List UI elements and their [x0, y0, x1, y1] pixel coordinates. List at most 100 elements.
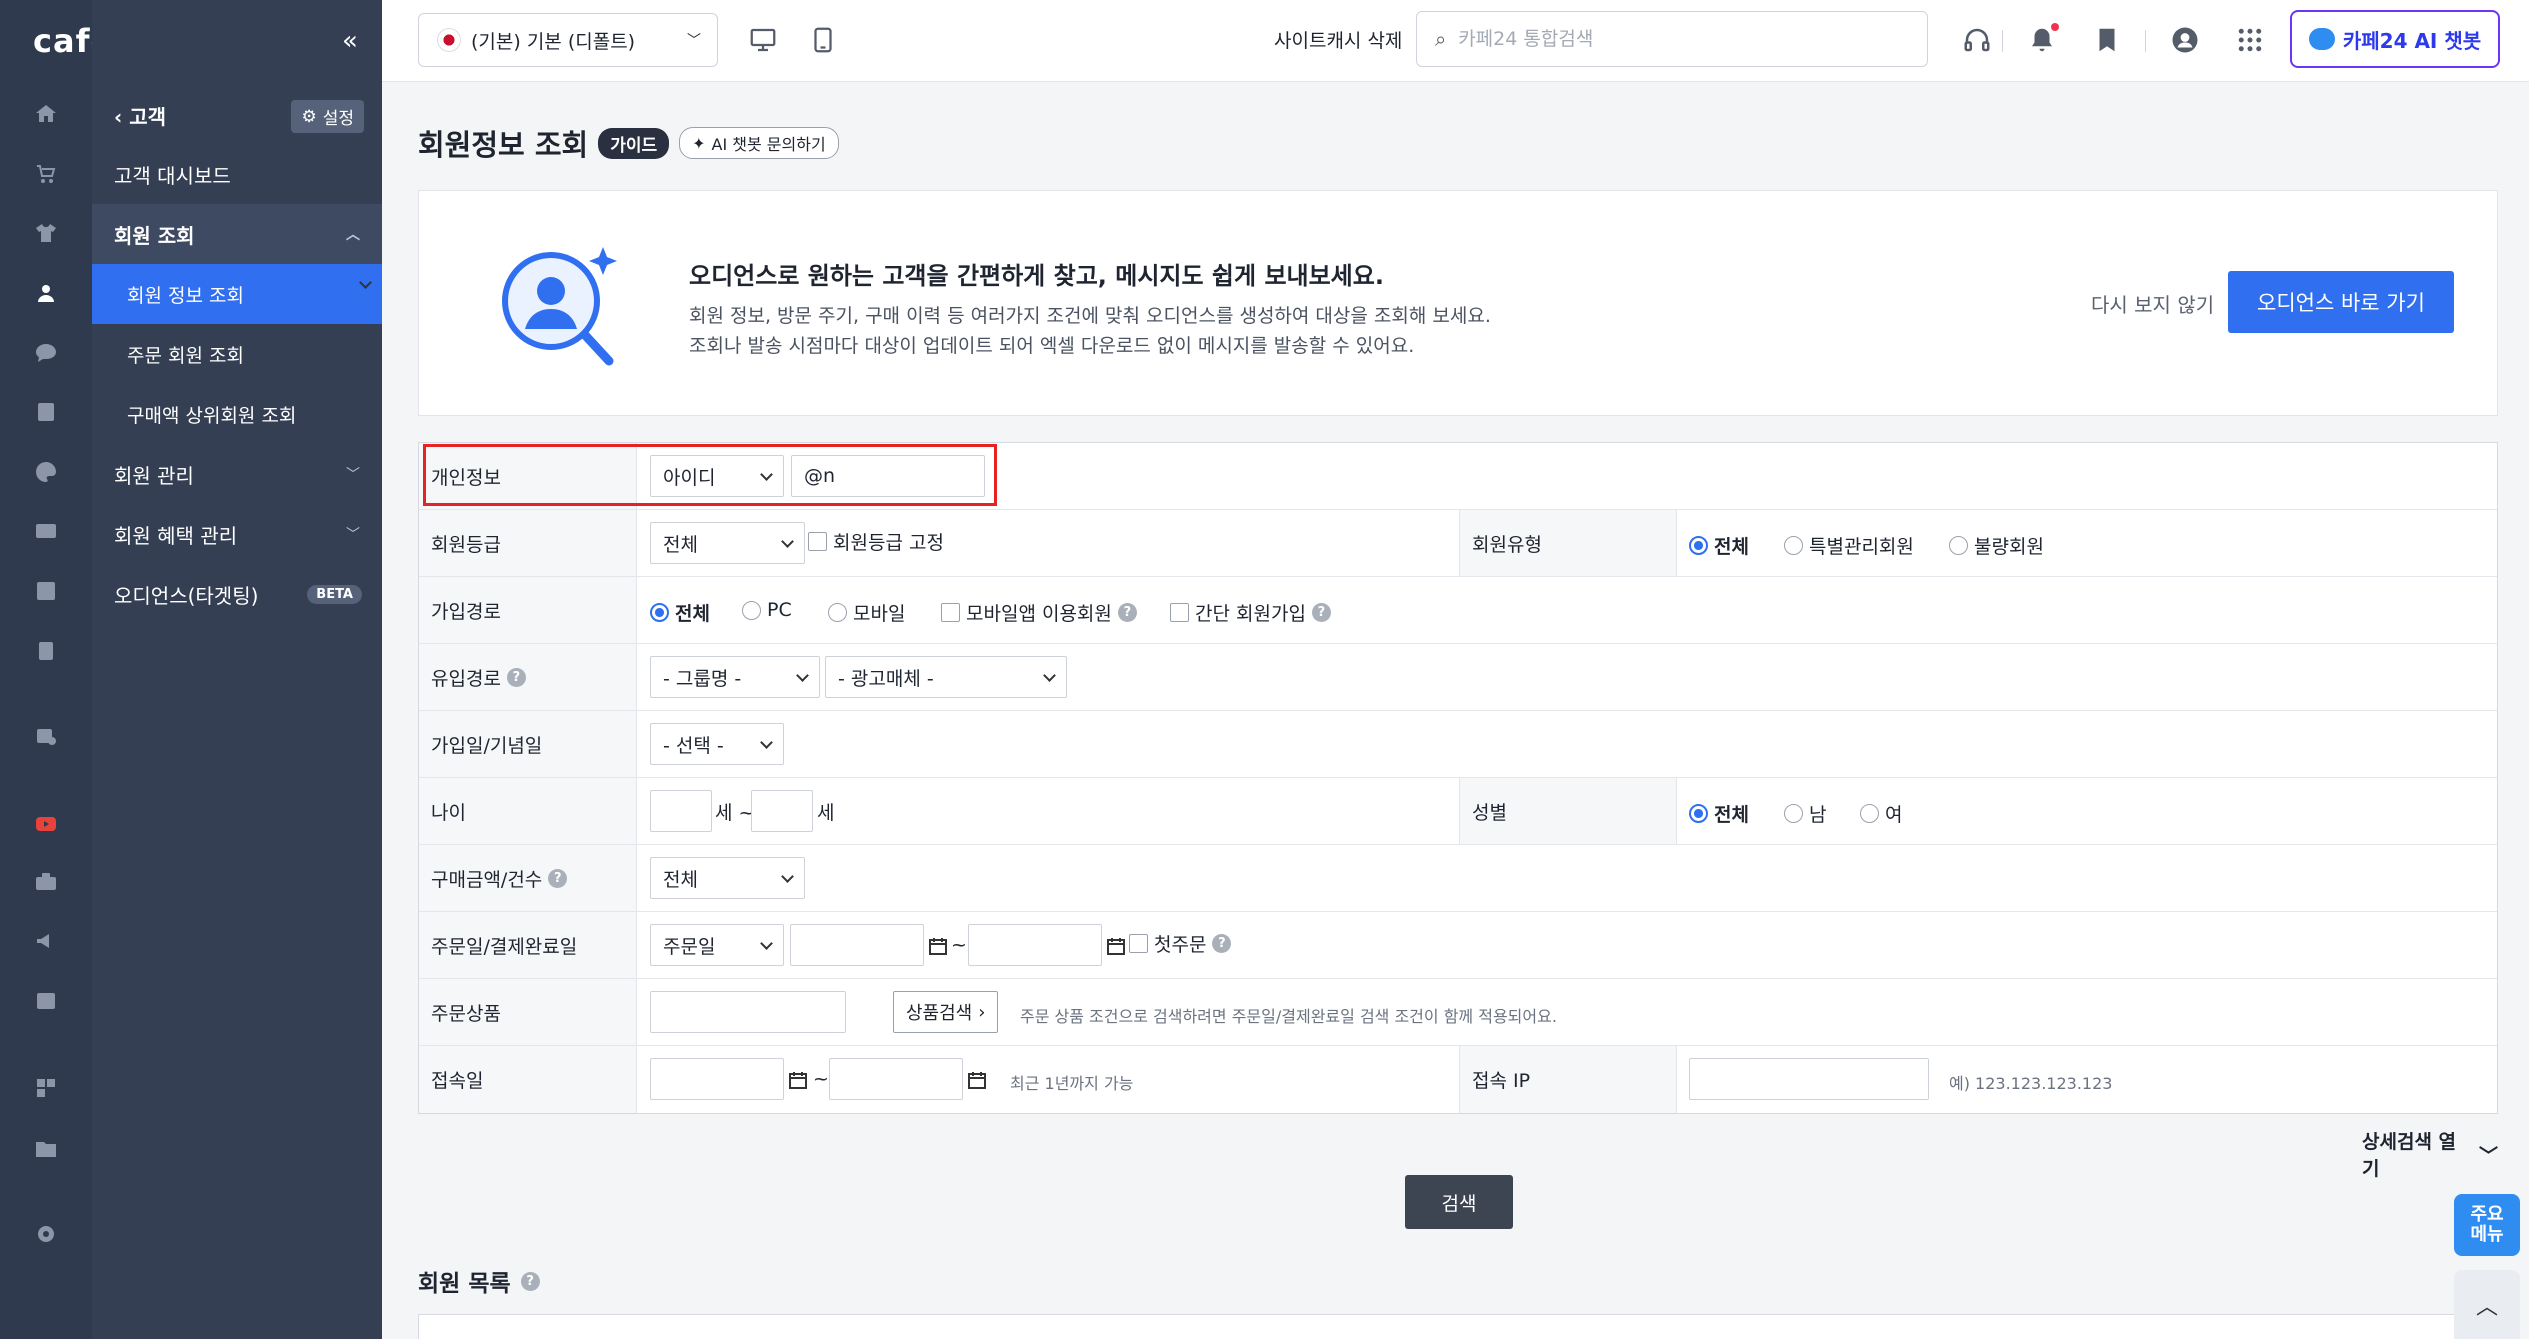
- radio[interactable]: [1949, 536, 1968, 555]
- stats-icon[interactable]: [34, 579, 58, 603]
- settings-button[interactable]: ⚙ 설정: [291, 100, 364, 133]
- menu-item-benefits[interactable]: 회원 혜택 관리 ﹀: [92, 504, 382, 564]
- order-date-from-input[interactable]: [790, 924, 924, 966]
- bell-icon[interactable]: [2027, 23, 2059, 55]
- collapse-sidebar-icon[interactable]: «: [342, 26, 358, 56]
- purchase-select[interactable]: 전체: [650, 857, 805, 899]
- user-icon[interactable]: [34, 281, 58, 305]
- dismiss-link[interactable]: 다시 보지 않기: [2091, 289, 2214, 318]
- radio[interactable]: [1689, 536, 1708, 555]
- gender-female[interactable]: 여: [1860, 800, 1902, 827]
- apps-grid-icon[interactable]: [2235, 25, 2265, 55]
- folder-add-icon[interactable]: [34, 1137, 58, 1161]
- checkbox[interactable]: [941, 603, 960, 622]
- main-menu-fab[interactable]: 주요 메뉴: [2454, 1194, 2520, 1256]
- age-from-input[interactable]: [650, 790, 712, 832]
- briefcase-icon[interactable]: [34, 870, 58, 894]
- bookmark-icon[interactable]: [2092, 25, 2122, 55]
- member-type-all[interactable]: 전체: [1689, 532, 1749, 559]
- help-icon[interactable]: ?: [506, 667, 526, 687]
- personal-info-input[interactable]: @n: [791, 455, 985, 497]
- excel-icon[interactable]: [34, 639, 58, 663]
- simple-join-checkbox[interactable]: 간단 회원가입?: [1170, 599, 1331, 626]
- palette-icon[interactable]: [34, 460, 58, 484]
- order-product-input[interactable]: [650, 991, 846, 1033]
- menu-item-order-member[interactable]: 주문 회원 조회: [92, 324, 382, 384]
- desktop-icon[interactable]: [748, 25, 778, 55]
- checkbox[interactable]: [1129, 934, 1148, 953]
- mobile-app-checkbox[interactable]: 모바일앱 이용회원?: [941, 599, 1137, 626]
- help-icon[interactable]: ?: [520, 1271, 540, 1291]
- apps-add-icon[interactable]: [34, 1076, 58, 1100]
- menu-item-dashboard[interactable]: 고객 대시보드: [92, 144, 382, 204]
- gear-icon[interactable]: [34, 1222, 58, 1246]
- audience-go-button[interactable]: 오디언스 바로 가기: [2228, 271, 2454, 333]
- shop-select[interactable]: (기본) 기본 (디폴트) ﹀: [418, 13, 718, 67]
- radio[interactable]: [650, 603, 669, 622]
- account-icon[interactable]: [2170, 25, 2200, 55]
- advanced-search-toggle[interactable]: 상세검색 열기 ﹀: [2362, 1127, 2498, 1181]
- menu-item-audience[interactable]: 오디언스(타겟팅) BETA: [92, 564, 382, 624]
- personal-type-select[interactable]: 아이디: [650, 455, 784, 497]
- product-search-button[interactable]: 상품검색 ›: [893, 991, 999, 1033]
- checkbox[interactable]: [1170, 603, 1189, 622]
- ai-inquiry-button[interactable]: ✦ AI 챗봇 문의하기: [679, 127, 839, 159]
- menu-item-member-info[interactable]: 회원 정보 조회: [92, 264, 382, 324]
- help-icon[interactable]: ?: [1117, 603, 1137, 622]
- headset-icon[interactable]: [1962, 25, 1992, 55]
- board-icon[interactable]: [34, 400, 58, 424]
- inflow-group-select[interactable]: - 그룹명 -: [650, 656, 820, 698]
- ai-chatbot-button[interactable]: 카페24 AI 챗봇: [2290, 10, 2500, 68]
- ad-icon[interactable]: [34, 519, 58, 543]
- radio[interactable]: [1784, 536, 1803, 555]
- site-cache-delete[interactable]: 사이트캐시 삭제: [1274, 26, 1402, 53]
- calendar-icon[interactable]: [967, 1070, 987, 1090]
- search-button[interactable]: 검색: [1405, 1175, 1513, 1229]
- member-type-bad[interactable]: 불량회원: [1949, 532, 2044, 559]
- member-type-special[interactable]: 특별관리회원: [1784, 532, 1914, 559]
- menu-item-member-search[interactable]: 회원 조회 ︿: [92, 204, 382, 264]
- join-path-mobile[interactable]: 모바일: [828, 599, 905, 626]
- search-input[interactable]: [1458, 28, 1879, 50]
- gender-all[interactable]: 전체: [1689, 800, 1749, 827]
- help-icon[interactable]: ?: [1212, 934, 1232, 953]
- scroll-top-button[interactable]: ︿: [2454, 1270, 2520, 1339]
- access-date-from-input[interactable]: [650, 1058, 784, 1100]
- access-ip-input[interactable]: [1689, 1058, 1929, 1100]
- store-add-icon[interactable]: [34, 989, 58, 1013]
- order-date-to-input[interactable]: [968, 924, 1102, 966]
- cart-icon[interactable]: [34, 162, 58, 186]
- menu-item-top-buyers[interactable]: 구매액 상위회원 조회: [92, 384, 382, 444]
- menu-item-member-manage[interactable]: 회원 관리 ﹀: [92, 444, 382, 504]
- radio[interactable]: [1784, 804, 1803, 823]
- radio[interactable]: [1860, 804, 1879, 823]
- grade-fix-checkbox[interactable]: 회원등급 고정: [808, 528, 944, 555]
- age-to-input[interactable]: [751, 790, 813, 832]
- access-date-to-input[interactable]: [829, 1058, 963, 1100]
- calendar-icon[interactable]: [788, 1070, 808, 1090]
- checkbox[interactable]: [808, 532, 827, 551]
- home-icon[interactable]: [34, 102, 58, 126]
- inflow-media-select[interactable]: - 광고매체 -: [825, 656, 1067, 698]
- help-icon[interactable]: ?: [548, 868, 568, 888]
- radio[interactable]: [828, 603, 847, 622]
- grade-select[interactable]: 전체: [650, 522, 805, 564]
- join-path-all[interactable]: 전체: [650, 599, 710, 626]
- first-order-checkbox[interactable]: 첫주문?: [1129, 930, 1232, 957]
- youtube-icon[interactable]: [34, 812, 58, 836]
- join-path-pc[interactable]: PC: [742, 599, 792, 621]
- megaphone-icon[interactable]: [34, 929, 58, 953]
- calendar-icon[interactable]: [928, 936, 948, 956]
- shirt-icon[interactable]: [34, 221, 58, 245]
- back-link[interactable]: ‹ 고객: [114, 101, 166, 130]
- global-search[interactable]: ⌕: [1416, 11, 1928, 67]
- order-date-type-select[interactable]: 주문일: [650, 924, 784, 966]
- chat-icon[interactable]: [34, 341, 58, 365]
- radio[interactable]: [742, 600, 761, 620]
- help-icon[interactable]: ?: [1311, 603, 1331, 622]
- mobile-icon[interactable]: [808, 25, 838, 55]
- store-settings-icon[interactable]: [34, 724, 58, 748]
- gender-male[interactable]: 남: [1784, 800, 1826, 827]
- calendar-icon[interactable]: [1106, 936, 1126, 956]
- join-date-select[interactable]: - 선택 -: [650, 723, 784, 765]
